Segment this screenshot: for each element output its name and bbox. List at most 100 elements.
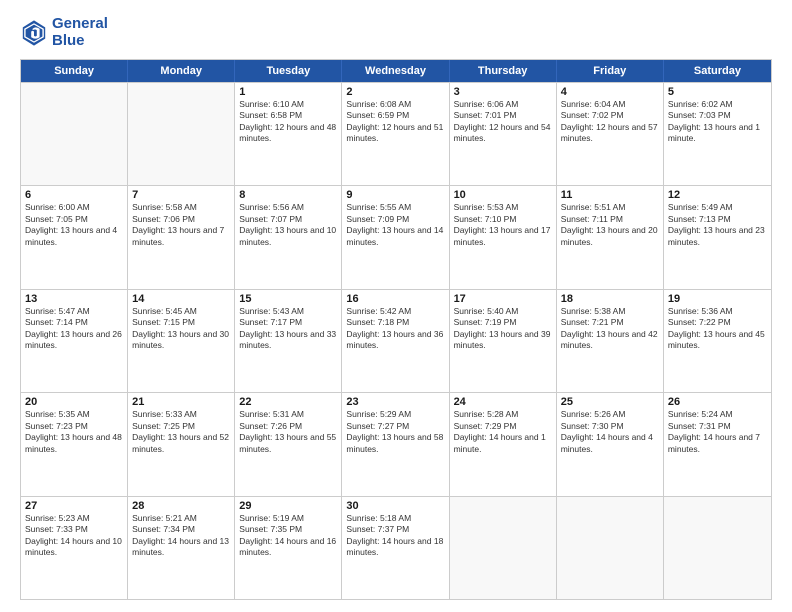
cell-info: Sunrise: 5:23 AM Sunset: 7:33 PM Dayligh… — [25, 513, 123, 559]
cell-info: Sunrise: 5:29 AM Sunset: 7:27 PM Dayligh… — [346, 409, 444, 455]
cell-info: Sunrise: 5:45 AM Sunset: 7:15 PM Dayligh… — [132, 306, 230, 352]
cell-info: Sunrise: 5:24 AM Sunset: 7:31 PM Dayligh… — [668, 409, 767, 455]
calendar-cell: 20Sunrise: 5:35 AM Sunset: 7:23 PM Dayli… — [21, 393, 128, 495]
page: General Blue SundayMondayTuesdayWednesda… — [0, 0, 792, 612]
day-number: 8 — [239, 189, 337, 201]
day-number: 24 — [454, 396, 552, 408]
calendar-cell: 27Sunrise: 5:23 AM Sunset: 7:33 PM Dayli… — [21, 497, 128, 599]
day-number: 18 — [561, 293, 659, 305]
day-of-week-header: Friday — [557, 60, 664, 82]
calendar-cell: 15Sunrise: 5:43 AM Sunset: 7:17 PM Dayli… — [235, 290, 342, 392]
calendar-cell: 24Sunrise: 5:28 AM Sunset: 7:29 PM Dayli… — [450, 393, 557, 495]
calendar-cell: 3Sunrise: 6:06 AM Sunset: 7:01 PM Daylig… — [450, 83, 557, 185]
day-of-week-header: Saturday — [664, 60, 771, 82]
calendar-cell — [557, 497, 664, 599]
calendar-cell: 17Sunrise: 5:40 AM Sunset: 7:19 PM Dayli… — [450, 290, 557, 392]
calendar-cell: 6Sunrise: 6:00 AM Sunset: 7:05 PM Daylig… — [21, 186, 128, 288]
day-of-week-header: Tuesday — [235, 60, 342, 82]
calendar-row: 27Sunrise: 5:23 AM Sunset: 7:33 PM Dayli… — [21, 496, 771, 599]
calendar-cell: 23Sunrise: 5:29 AM Sunset: 7:27 PM Dayli… — [342, 393, 449, 495]
cell-info: Sunrise: 5:42 AM Sunset: 7:18 PM Dayligh… — [346, 306, 444, 352]
day-number: 7 — [132, 189, 230, 201]
day-number: 3 — [454, 86, 552, 98]
day-number: 4 — [561, 86, 659, 98]
day-number: 1 — [239, 86, 337, 98]
cell-info: Sunrise: 5:36 AM Sunset: 7:22 PM Dayligh… — [668, 306, 767, 352]
cell-info: Sunrise: 5:58 AM Sunset: 7:06 PM Dayligh… — [132, 202, 230, 248]
calendar-cell: 11Sunrise: 5:51 AM Sunset: 7:11 PM Dayli… — [557, 186, 664, 288]
calendar-cell: 25Sunrise: 5:26 AM Sunset: 7:30 PM Dayli… — [557, 393, 664, 495]
calendar-cell: 7Sunrise: 5:58 AM Sunset: 7:06 PM Daylig… — [128, 186, 235, 288]
calendar-cell: 13Sunrise: 5:47 AM Sunset: 7:14 PM Dayli… — [21, 290, 128, 392]
cell-info: Sunrise: 5:35 AM Sunset: 7:23 PM Dayligh… — [25, 409, 123, 455]
day-number: 27 — [25, 500, 123, 512]
day-of-week-header: Monday — [128, 60, 235, 82]
calendar-cell: 4Sunrise: 6:04 AM Sunset: 7:02 PM Daylig… — [557, 83, 664, 185]
cell-info: Sunrise: 5:33 AM Sunset: 7:25 PM Dayligh… — [132, 409, 230, 455]
day-number: 16 — [346, 293, 444, 305]
cell-info: Sunrise: 5:47 AM Sunset: 7:14 PM Dayligh… — [25, 306, 123, 352]
calendar-cell: 10Sunrise: 5:53 AM Sunset: 7:10 PM Dayli… — [450, 186, 557, 288]
cell-info: Sunrise: 5:56 AM Sunset: 7:07 PM Dayligh… — [239, 202, 337, 248]
day-number: 30 — [346, 500, 444, 512]
day-number: 13 — [25, 293, 123, 305]
cell-info: Sunrise: 6:10 AM Sunset: 6:58 PM Dayligh… — [239, 99, 337, 145]
cell-info: Sunrise: 5:51 AM Sunset: 7:11 PM Dayligh… — [561, 202, 659, 248]
day-number: 26 — [668, 396, 767, 408]
calendar-header: SundayMondayTuesdayWednesdayThursdayFrid… — [21, 60, 771, 82]
calendar-cell: 14Sunrise: 5:45 AM Sunset: 7:15 PM Dayli… — [128, 290, 235, 392]
day-number: 6 — [25, 189, 123, 201]
day-number: 10 — [454, 189, 552, 201]
calendar-cell: 19Sunrise: 5:36 AM Sunset: 7:22 PM Dayli… — [664, 290, 771, 392]
calendar-cell: 18Sunrise: 5:38 AM Sunset: 7:21 PM Dayli… — [557, 290, 664, 392]
calendar-cell: 29Sunrise: 5:19 AM Sunset: 7:35 PM Dayli… — [235, 497, 342, 599]
calendar-cell — [664, 497, 771, 599]
cell-info: Sunrise: 5:26 AM Sunset: 7:30 PM Dayligh… — [561, 409, 659, 455]
day-number: 5 — [668, 86, 767, 98]
calendar-row: 13Sunrise: 5:47 AM Sunset: 7:14 PM Dayli… — [21, 289, 771, 392]
cell-info: Sunrise: 5:21 AM Sunset: 7:34 PM Dayligh… — [132, 513, 230, 559]
cell-info: Sunrise: 5:19 AM Sunset: 7:35 PM Dayligh… — [239, 513, 337, 559]
calendar-cell: 12Sunrise: 5:49 AM Sunset: 7:13 PM Dayli… — [664, 186, 771, 288]
calendar-cell: 8Sunrise: 5:56 AM Sunset: 7:07 PM Daylig… — [235, 186, 342, 288]
calendar-cell: 30Sunrise: 5:18 AM Sunset: 7:37 PM Dayli… — [342, 497, 449, 599]
calendar-cell — [128, 83, 235, 185]
calendar-row: 20Sunrise: 5:35 AM Sunset: 7:23 PM Dayli… — [21, 392, 771, 495]
calendar-cell — [21, 83, 128, 185]
calendar-cell: 22Sunrise: 5:31 AM Sunset: 7:26 PM Dayli… — [235, 393, 342, 495]
cell-info: Sunrise: 5:49 AM Sunset: 7:13 PM Dayligh… — [668, 202, 767, 248]
calendar-cell: 9Sunrise: 5:55 AM Sunset: 7:09 PM Daylig… — [342, 186, 449, 288]
day-of-week-header: Wednesday — [342, 60, 449, 82]
calendar-cell: 21Sunrise: 5:33 AM Sunset: 7:25 PM Dayli… — [128, 393, 235, 495]
calendar-cell: 1Sunrise: 6:10 AM Sunset: 6:58 PM Daylig… — [235, 83, 342, 185]
day-number: 28 — [132, 500, 230, 512]
cell-info: Sunrise: 5:38 AM Sunset: 7:21 PM Dayligh… — [561, 306, 659, 352]
cell-info: Sunrise: 5:53 AM Sunset: 7:10 PM Dayligh… — [454, 202, 552, 248]
day-number: 23 — [346, 396, 444, 408]
calendar-body: 1Sunrise: 6:10 AM Sunset: 6:58 PM Daylig… — [21, 82, 771, 599]
calendar-cell: 26Sunrise: 5:24 AM Sunset: 7:31 PM Dayli… — [664, 393, 771, 495]
calendar-cell — [450, 497, 557, 599]
header: General Blue — [20, 16, 772, 49]
day-of-week-header: Sunday — [21, 60, 128, 82]
day-number: 11 — [561, 189, 659, 201]
day-number: 22 — [239, 396, 337, 408]
calendar-cell: 28Sunrise: 5:21 AM Sunset: 7:34 PM Dayli… — [128, 497, 235, 599]
calendar-cell: 5Sunrise: 6:02 AM Sunset: 7:03 PM Daylig… — [664, 83, 771, 185]
cell-info: Sunrise: 6:08 AM Sunset: 6:59 PM Dayligh… — [346, 99, 444, 145]
calendar-row: 6Sunrise: 6:00 AM Sunset: 7:05 PM Daylig… — [21, 185, 771, 288]
day-of-week-header: Thursday — [450, 60, 557, 82]
day-number: 25 — [561, 396, 659, 408]
day-number: 21 — [132, 396, 230, 408]
cell-info: Sunrise: 5:18 AM Sunset: 7:37 PM Dayligh… — [346, 513, 444, 559]
day-number: 9 — [346, 189, 444, 201]
calendar-cell: 16Sunrise: 5:42 AM Sunset: 7:18 PM Dayli… — [342, 290, 449, 392]
logo-icon — [20, 19, 48, 47]
day-number: 12 — [668, 189, 767, 201]
day-number: 14 — [132, 293, 230, 305]
cell-info: Sunrise: 6:00 AM Sunset: 7:05 PM Dayligh… — [25, 202, 123, 248]
calendar-cell: 2Sunrise: 6:08 AM Sunset: 6:59 PM Daylig… — [342, 83, 449, 185]
cell-info: Sunrise: 5:43 AM Sunset: 7:17 PM Dayligh… — [239, 306, 337, 352]
cell-info: Sunrise: 6:02 AM Sunset: 7:03 PM Dayligh… — [668, 99, 767, 145]
logo: General Blue — [20, 16, 108, 49]
